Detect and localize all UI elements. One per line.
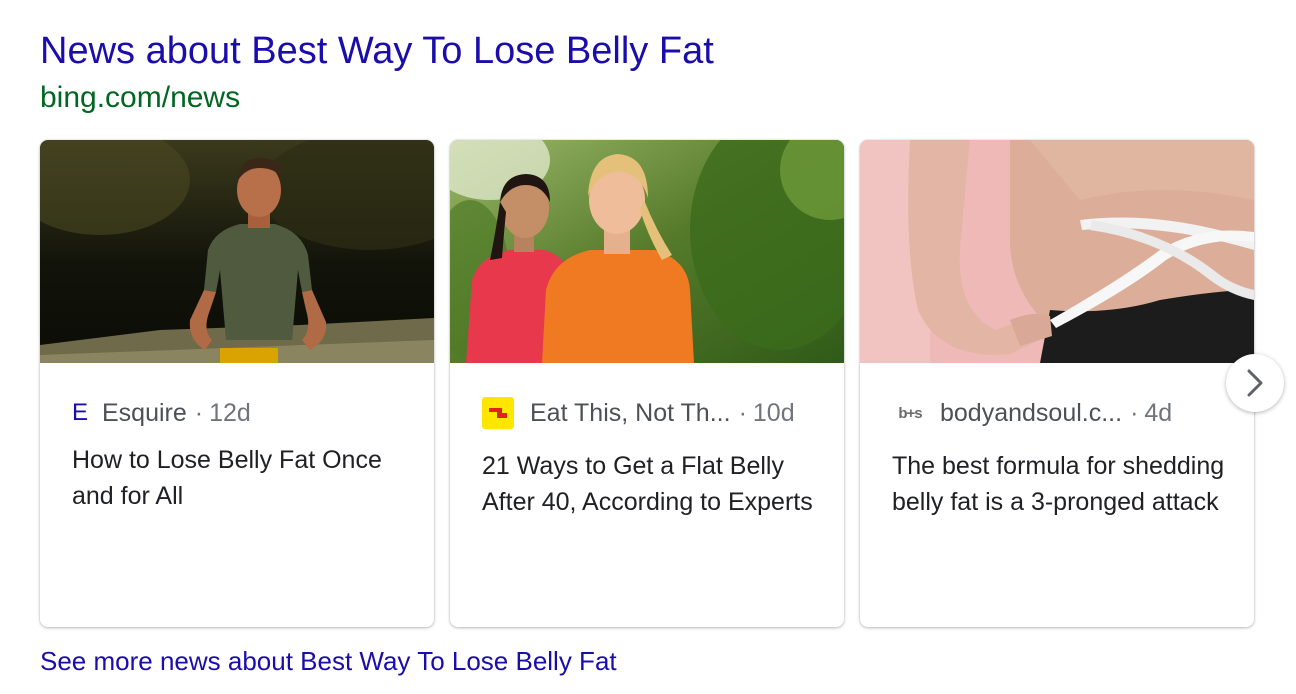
news-section-title[interactable]: News about Best Way To Lose Belly Fat [40,28,714,74]
card-headline[interactable]: 21 Ways to Get a Flat Belly After 40, Ac… [482,448,816,520]
card-headline[interactable]: How to Lose Belly Fat Once and for All [72,442,406,514]
chevron-right-icon [1247,369,1263,397]
article-age: 12d [209,398,251,427]
eat-this-logo-icon [482,397,514,429]
carousel-next-button[interactable] [1226,354,1284,412]
man-running-photo [40,140,434,363]
card-headline[interactable]: The best formula for shedding belly fat … [892,448,1226,520]
see-more-news-link[interactable]: See more news about Best Way To Lose Bel… [40,644,617,678]
esquire-logo: E [72,399,89,426]
news-card-bodyandsoul[interactable]: b+s bodyandsoul.c... · 4d The best formu… [860,140,1254,627]
source-url[interactable]: bing.com/news [40,80,240,116]
women-walking-photo [450,140,844,363]
article-age: 4d [1144,398,1173,427]
source-name: Eat This, Not Th... [530,398,731,427]
bodyandsoul-logo: b+s [898,404,922,422]
news-card-esquire[interactable]: E Esquire · 12d How to Lose Belly Fat On… [40,140,434,627]
measuring-tape-waist-photo [860,140,1254,363]
source-name: Esquire [102,398,187,427]
separator: · [1130,398,1139,427]
card-meta: b+s bodyandsoul.c... · 4d [892,397,1234,429]
card-meta: Eat This, Not Th... · 10d [482,397,824,429]
separator: · [738,398,747,427]
news-card-eat-this[interactable]: Eat This, Not Th... · 10d 21 Ways to Get… [450,140,844,627]
article-age: 10d [752,398,795,427]
separator: · [194,398,204,427]
source-name: bodyandsoul.c... [940,398,1123,427]
card-meta: E Esquire · 12d [72,397,414,429]
